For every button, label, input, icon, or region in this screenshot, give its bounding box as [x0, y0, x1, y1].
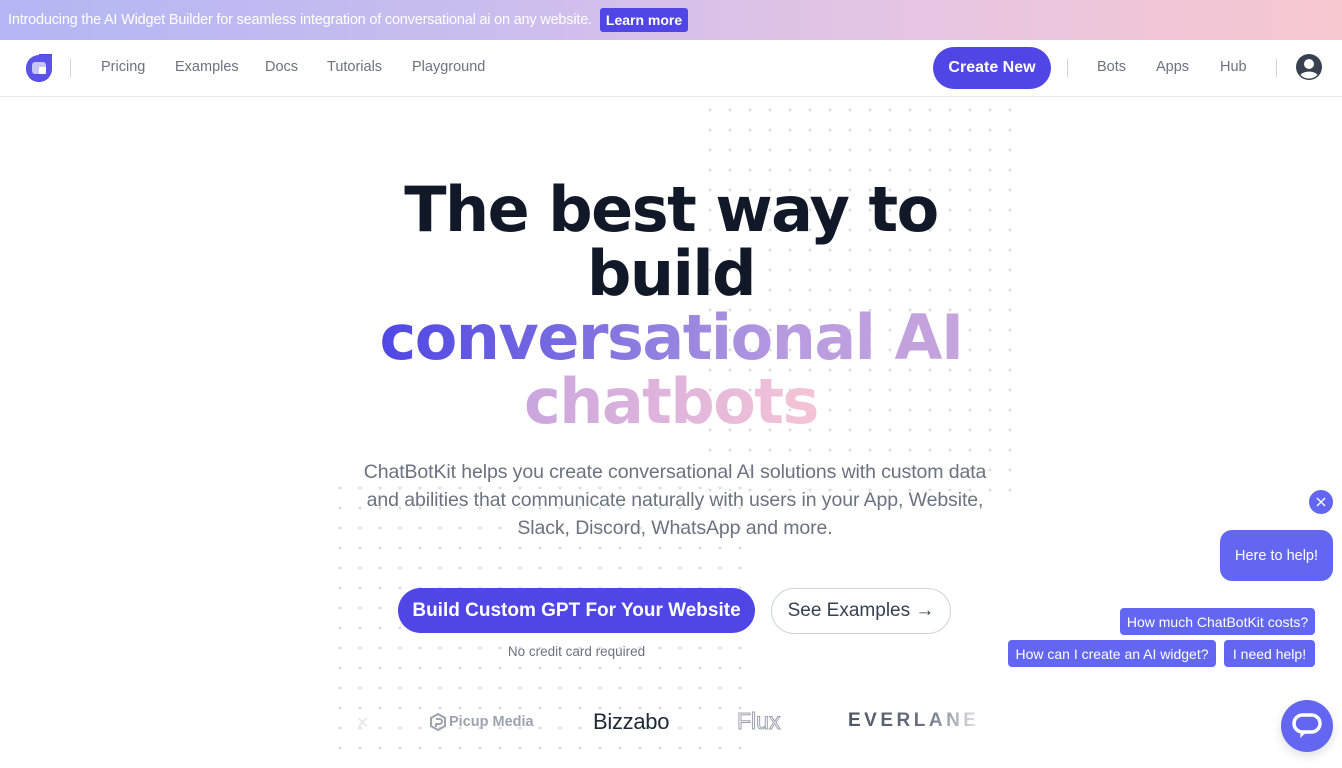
suggestion-chip[interactable]: How much ChatBotKit costs? — [1120, 608, 1315, 635]
suggestion-chip[interactable]: How can I create an AI widget? — [1008, 640, 1216, 667]
faded-logo-icon: ✕ — [356, 715, 370, 732]
close-icon[interactable] — [1309, 490, 1333, 514]
learn-more-button[interactable]: Learn more — [599, 8, 689, 32]
hero-title-highlight: chatbots — [524, 365, 819, 438]
no-credit-card-note: No credit card required — [507, 644, 646, 659]
nav-link-tutorials[interactable]: Tutorials — [327, 59, 382, 75]
picup-hexagon-icon — [430, 713, 446, 731]
suggestion-chip[interactable]: I need help! — [1224, 640, 1315, 667]
top-nav: Pricing Examples Docs Tutorials Playgrou… — [0, 40, 1342, 97]
banner-text: Introducing the AI Widget Builder for se… — [8, 12, 592, 28]
chatbotkit-logo-icon[interactable] — [24, 52, 54, 84]
hero-title: The best way to build conversational AI … — [271, 178, 1071, 434]
logo-picup-media: Picup Media — [430, 713, 534, 731]
nav-divider — [1067, 59, 1068, 77]
nav-link-bots[interactable]: Bots — [1097, 59, 1126, 75]
build-custom-gpt-button[interactable]: Build Custom GPT For Your Website — [398, 588, 755, 633]
nav-link-playground[interactable]: Playground — [412, 59, 485, 75]
chat-bubble-icon — [1292, 713, 1322, 738]
hero-title-highlight: conversational AI — [379, 301, 964, 374]
nav-link-examples[interactable]: Examples — [175, 59, 239, 75]
logo-bizzabo: Bizzabo — [593, 709, 670, 734]
nav-link-apps[interactable]: Apps — [1156, 59, 1189, 75]
see-examples-button[interactable]: See Examples → — [771, 588, 951, 634]
customer-logos: ✕ Picup Media Bizzabo Flux EVERLANE — [0, 705, 1000, 745]
nav-divider — [1276, 59, 1277, 77]
nav-divider — [70, 59, 71, 77]
announcement-banner: Introducing the AI Widget Builder for se… — [0, 0, 1342, 40]
logo-flux: Flux — [736, 708, 781, 735]
nav-link-pricing[interactable]: Pricing — [101, 59, 145, 75]
hero-subtitle: ChatBotKit helps you create conversation… — [363, 461, 987, 539]
hero-title-line: build — [587, 237, 756, 310]
nav-link-hub[interactable]: Hub — [1220, 59, 1247, 75]
chat-launcher-button[interactable] — [1281, 700, 1333, 752]
chat-greeting-bubble: Here to help! — [1220, 530, 1333, 581]
logo-everlane: EVERLANE — [848, 710, 980, 731]
nav-link-docs[interactable]: Docs — [265, 59, 298, 75]
create-new-button[interactable]: Create New — [933, 47, 1051, 89]
hero-title-line: The best way to — [404, 173, 939, 246]
user-circle-icon[interactable] — [1295, 53, 1323, 81]
